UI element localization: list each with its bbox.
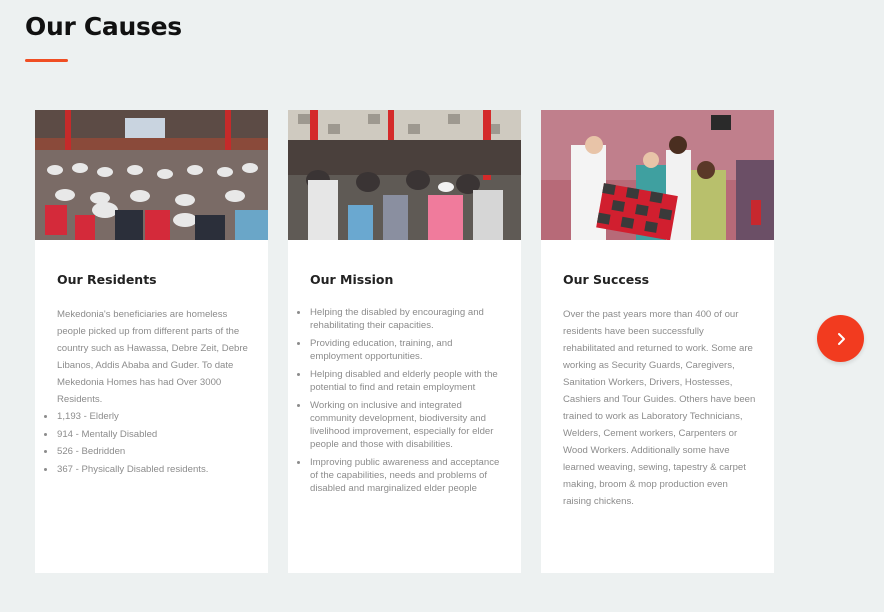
list-item: Improving public awareness and acceptanc… bbox=[297, 457, 500, 494]
list-item: 914 - Mentally Disabled bbox=[44, 426, 252, 444]
stats-list: 1,193 - Elderly 914 - Mentally Disabled … bbox=[35, 408, 252, 478]
list-item: 1,193 - Elderly bbox=[44, 408, 252, 426]
title-underline bbox=[25, 59, 68, 62]
carousel-next-button[interactable] bbox=[817, 315, 864, 362]
card-intro: Mekedonia's beneficiaries are homeless p… bbox=[57, 309, 248, 405]
list-item: Providing education, training, and emplo… bbox=[297, 337, 500, 363]
card-body: Over the past years more than 400 of our… bbox=[563, 306, 758, 510]
cause-card-mission: Our Mission Helping the disabled by enco… bbox=[288, 110, 521, 573]
card-text: Over the past years more than 400 of our… bbox=[563, 309, 756, 507]
section-title: Our Causes bbox=[25, 12, 182, 41]
list-item: Helping disabled and elderly people with… bbox=[297, 368, 500, 394]
list-item: 526 - Bedridden bbox=[44, 443, 252, 461]
card-body: Mekedonia's beneficiaries are homeless p… bbox=[44, 306, 252, 478]
card-title: Our Mission bbox=[310, 272, 394, 287]
list-item: Helping the disabled by encouraging and … bbox=[297, 306, 500, 332]
card-body: Helping the disabled by encouraging and … bbox=[297, 306, 500, 500]
card-title: Our Residents bbox=[57, 272, 157, 287]
cause-card-success: Our Success Over the past years more tha… bbox=[541, 110, 774, 573]
card-title: Our Success bbox=[563, 272, 650, 287]
card-image bbox=[35, 110, 268, 240]
chevron-right-icon bbox=[837, 332, 845, 345]
list-item: 367 - Physically Disabled residents. bbox=[44, 461, 252, 479]
card-image bbox=[288, 110, 521, 240]
list-item: Working on inclusive and integrated comm… bbox=[297, 399, 500, 451]
mission-list: Helping the disabled by encouraging and … bbox=[297, 306, 500, 495]
cause-card-residents: Our Residents Mekedonia's beneficiaries … bbox=[35, 110, 268, 573]
card-image bbox=[541, 110, 774, 240]
